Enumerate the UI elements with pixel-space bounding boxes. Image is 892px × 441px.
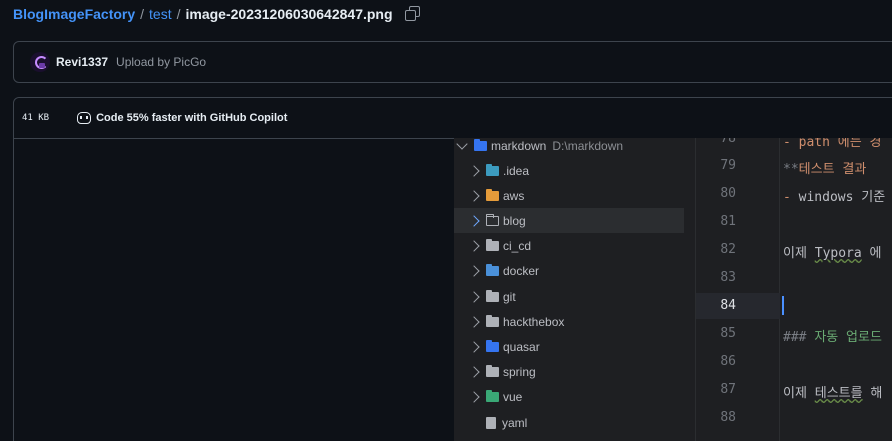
folder-icon <box>486 339 499 352</box>
code-markup: - <box>783 190 799 205</box>
line-number: 87 <box>720 382 736 397</box>
code-line: - path 에는 경 <box>783 138 882 150</box>
folder-icon <box>486 188 499 201</box>
file-header: 41 KB Code 55% faster with GitHub Copilo… <box>14 98 892 139</box>
breadcrumb-separator: / <box>140 6 145 22</box>
line-number-current: 84 <box>720 298 736 313</box>
chevron-right-icon <box>468 290 480 303</box>
code-text: 이제 <box>783 386 815 401</box>
code-text: 해 <box>862 386 883 401</box>
folder-icon <box>486 289 499 302</box>
tree-item-label: spring <box>503 364 536 379</box>
chevron-down-icon <box>456 138 468 150</box>
avatar[interactable] <box>30 52 50 72</box>
breadcrumb-separator: / <box>176 6 181 22</box>
chevron-right-icon <box>468 340 480 353</box>
line-number: 82 <box>720 242 736 257</box>
latest-commit-box: Revi1337 Upload by PicGo <box>13 41 892 83</box>
folder-icon <box>486 389 499 402</box>
copilot-promo-button[interactable]: Code 55% faster with GitHub Copilot <box>77 112 287 124</box>
folder-icon <box>486 263 499 276</box>
line-number: 78 <box>720 138 736 146</box>
code-markup: ### <box>783 330 815 345</box>
tree-item[interactable]: vue <box>454 384 696 409</box>
code-text: 에 <box>861 246 882 261</box>
folder-icon <box>486 213 499 226</box>
tree-root-label: markdown <box>491 138 547 153</box>
tree-item[interactable]: spring <box>454 359 696 384</box>
folder-icon <box>486 238 499 251</box>
code-line: - windows 기준 <box>783 186 885 205</box>
line-number: 80 <box>720 186 736 201</box>
code-text: 자동 업로드 <box>814 330 882 345</box>
code-editor[interactable]: - path 에는 경 **테스트 결과 - windows 기준 이제 Typ… <box>780 138 892 441</box>
tree-item[interactable]: .idea <box>454 158 696 183</box>
line-number: 86 <box>720 354 736 369</box>
copilot-promo-label: Code 55% faster with GitHub Copilot <box>96 112 288 124</box>
code-text: 테스트를 <box>814 386 863 401</box>
chevron-right-icon <box>468 264 480 277</box>
chevron-right-icon <box>468 239 480 252</box>
code-text: Typora <box>814 246 862 261</box>
commit-message-link[interactable]: Upload by PicGo <box>116 55 206 69</box>
tree-item[interactable]: yaml <box>454 410 696 435</box>
tree-item-label: hackthebox <box>503 314 565 329</box>
tree-item[interactable]: ci_cd <box>454 233 696 258</box>
tree-item-selected[interactable]: blog <box>454 208 684 233</box>
chevron-right-icon <box>468 164 480 177</box>
code-text: 테스트 결과 <box>798 162 867 177</box>
line-number: 83 <box>720 270 736 285</box>
code-line: 이제 Typora 에 <box>783 242 882 261</box>
folder-icon <box>486 364 499 377</box>
tree-item-label: docker <box>503 263 540 278</box>
line-number: 88 <box>720 410 736 425</box>
breadcrumb: BlogImageFactory / test / image-20231206… <box>13 5 421 23</box>
tree-item-label: aws <box>503 188 525 203</box>
folder-icon <box>474 138 487 151</box>
code-line: 이제 테스트를 해 <box>783 382 882 401</box>
tree-item-label: quasar <box>503 339 540 354</box>
tree-root[interactable]: markdown D:\markdown <box>454 138 696 158</box>
tree-item[interactable]: hackthebox <box>454 309 696 334</box>
project-tree: markdown D:\markdown .idea aws blog ci_c… <box>454 138 696 441</box>
folder-icon <box>486 163 499 176</box>
breadcrumb-folder-link[interactable]: test <box>149 6 172 22</box>
breadcrumb-repo-link[interactable]: BlogImageFactory <box>13 6 135 22</box>
tree-root-path: D:\markdown <box>552 138 624 153</box>
tree-item-label: blog <box>503 213 526 228</box>
copilot-icon <box>77 112 92 124</box>
code-text: windows 기준 <box>798 190 886 205</box>
tree-item-label: vue <box>503 389 523 404</box>
file-size: 41 KB <box>22 113 50 123</box>
chevron-right-icon <box>468 315 480 328</box>
tree-item[interactable]: quasar <box>454 334 696 359</box>
code-text: 이제 <box>783 246 815 261</box>
file-icon <box>486 416 496 429</box>
line-number-gutter: 78 79 80 81 82 83 84 85 86 87 88 <box>696 138 780 441</box>
copy-path-icon[interactable] <box>404 6 421 22</box>
commit-author-link[interactable]: Revi1337 <box>56 55 108 69</box>
chevron-right-icon <box>468 365 480 378</box>
line-number: 79 <box>720 158 736 173</box>
code-text: - path 에는 경 <box>783 138 882 150</box>
folder-icon <box>486 314 499 327</box>
tree-item-label: ci_cd <box>503 238 532 253</box>
tree-item[interactable]: aws <box>454 183 696 208</box>
chevron-right-icon <box>468 189 480 202</box>
tree-item-label: .idea <box>503 163 530 178</box>
tree-item[interactable]: git <box>454 284 696 309</box>
code-markup: ** <box>783 162 799 177</box>
image-preview: markdown D:\markdown .idea aws blog ci_c… <box>454 138 892 441</box>
code-line: ### 자동 업로드 <box>783 326 882 345</box>
breadcrumb-file-name: image-20231206030642847.png <box>185 6 393 22</box>
chevron-right-icon <box>468 390 480 403</box>
code-line: **테스트 결과 <box>783 158 866 177</box>
tree-item[interactable]: docker <box>454 258 696 283</box>
line-number: 85 <box>720 326 736 341</box>
tree-item-label: git <box>503 289 516 304</box>
tree-item-label: yaml <box>502 415 528 430</box>
text-caret <box>782 296 784 315</box>
line-number: 81 <box>720 214 736 229</box>
chevron-right-icon <box>468 214 480 227</box>
